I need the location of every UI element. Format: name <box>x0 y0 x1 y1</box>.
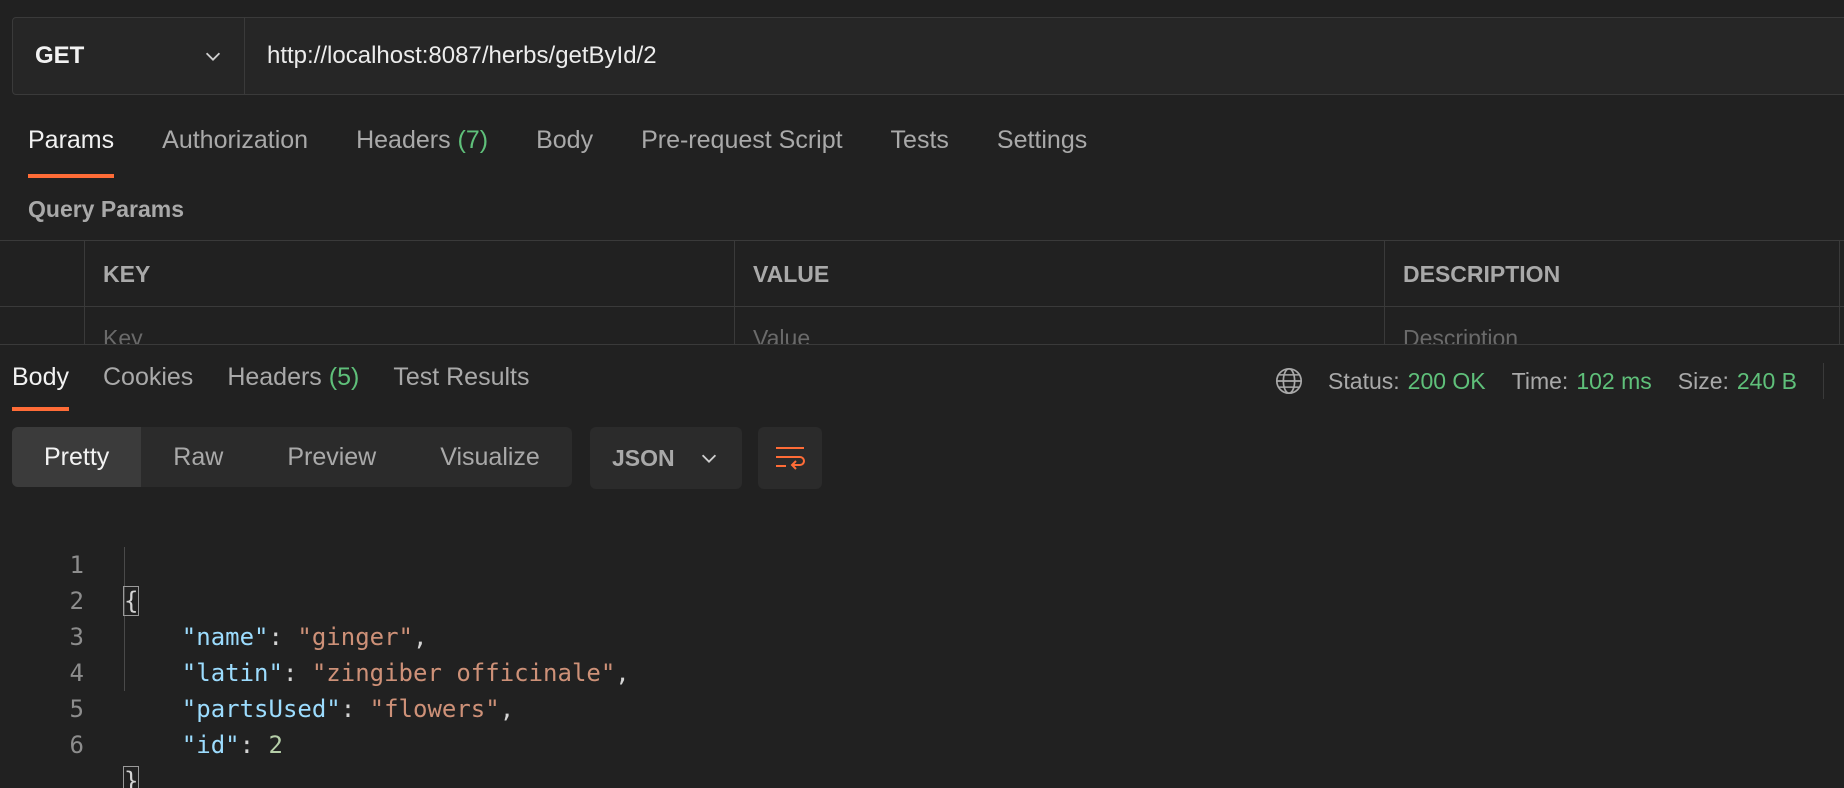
time-value[interactable]: 102 ms <box>1576 368 1651 395</box>
line-number: 6 <box>69 731 84 759</box>
json-key: "name" <box>181 623 269 651</box>
tab-settings[interactable]: Settings <box>997 126 1087 178</box>
headers-count: (7) <box>457 126 489 154</box>
tab-body[interactable]: Body <box>536 126 593 178</box>
code-line: 6 } <box>0 691 140 788</box>
tab-headers[interactable]: Headers (7) <box>356 126 488 178</box>
open-brace: { <box>122 586 140 616</box>
tab-label: Body <box>536 126 594 154</box>
response-headers-count: (5) <box>328 363 360 391</box>
request-tabs: Params Authorization Headers (7) Body Pr… <box>28 126 1135 178</box>
chevron-down-icon <box>701 454 717 463</box>
json-value: "zingiber officinale" <box>311 659 616 687</box>
tab-params[interactable]: Params <box>28 126 115 178</box>
json-value: 2 <box>268 731 283 759</box>
column-header-description: DESCRIPTION <box>1384 241 1840 307</box>
code-line: 1 { <box>0 511 140 616</box>
close-brace: } <box>122 766 140 788</box>
tab-label: Cookies <box>102 363 194 391</box>
method-select[interactable]: GET <box>13 18 245 94</box>
json-comma: , <box>615 659 630 687</box>
json-viewer[interactable]: 1 { 2 "name": "ginger", 3 "latin": "zing… <box>0 511 630 788</box>
view-preview-button[interactable]: Preview <box>255 427 408 487</box>
json-key: "latin" <box>181 659 283 687</box>
response-tab-cookies[interactable]: Cookies <box>103 363 193 411</box>
params-empty-row: Key Value Description <box>0 306 1844 346</box>
view-mode-group: Pretty Raw Preview Visualize <box>12 427 572 487</box>
response-meta: Status: 200 OK Time: 102 ms Size: 240 B <box>1274 363 1824 399</box>
tab-label: Params <box>28 126 115 154</box>
json-sep: : <box>268 623 298 651</box>
view-raw-button[interactable]: Raw <box>141 427 255 487</box>
json-key: "id" <box>181 731 240 759</box>
tab-label: Headers <box>227 363 322 391</box>
tab-label: Body <box>12 363 69 391</box>
json-comma: , <box>413 623 428 651</box>
code-line: 5 "id": 2 <box>0 655 283 759</box>
json-sep: : <box>340 695 370 723</box>
json-value: "flowers" <box>369 695 500 723</box>
tab-label: Authorization <box>162 126 309 154</box>
json-sep: : <box>282 659 312 687</box>
description-input[interactable]: Description <box>1384 307 1840 346</box>
json-comma: , <box>499 695 515 723</box>
tab-authorization[interactable]: Authorization <box>162 126 308 178</box>
request-bar: GET http://localhost:8087/herbs/getById/… <box>12 17 1844 95</box>
json-key: "partsUsed" <box>181 695 341 723</box>
tab-label: Headers <box>356 126 451 154</box>
tab-pre-request-script[interactable]: Pre-request Script <box>641 126 842 178</box>
row-checkbox-cell <box>0 307 84 346</box>
tab-label: Settings <box>996 126 1088 154</box>
response-tab-headers[interactable]: Headers (5) <box>227 363 359 411</box>
column-header-value: VALUE <box>734 241 1384 307</box>
status-label: Status: <box>1328 367 1400 394</box>
response-panel: Body Cookies Headers (5) Test Results St… <box>0 344 1844 788</box>
globe-icon[interactable] <box>1274 366 1304 396</box>
code-line: 2 "name": "ginger", <box>0 547 428 651</box>
chevron-down-icon <box>205 52 221 61</box>
params-table: KEY VALUE DESCRIPTION Key Value Descript… <box>0 240 1844 346</box>
params-header-row: KEY VALUE DESCRIPTION <box>0 240 1844 307</box>
wrap-lines-button[interactable] <box>758 427 822 489</box>
size-label: Size: <box>1677 367 1729 394</box>
value-input[interactable]: Value <box>734 307 1384 346</box>
format-label: JSON <box>612 444 675 471</box>
tab-label: Pre-request Script <box>641 126 843 154</box>
view-visualize-button[interactable]: Visualize <box>408 427 572 487</box>
response-tab-body[interactable]: Body <box>12 363 69 411</box>
column-header-key: KEY <box>84 241 734 307</box>
checkbox-column-header <box>0 241 84 307</box>
tab-label: Tests <box>890 126 949 154</box>
status-value[interactable]: 200 OK <box>1408 368 1486 395</box>
view-pretty-button[interactable]: Pretty <box>12 427 142 487</box>
json-value: "ginger" <box>297 623 413 651</box>
tab-label: Test Results <box>393 363 530 391</box>
query-params-title: Query Params <box>28 196 184 222</box>
response-tab-test-results[interactable]: Test Results <box>393 363 529 411</box>
divider <box>1823 363 1824 399</box>
tab-tests[interactable]: Tests <box>891 126 949 178</box>
json-sep: : <box>239 731 269 759</box>
size-value[interactable]: 240 B <box>1737 368 1797 395</box>
code-line: 3 "latin": "zingiber officinale", <box>0 583 630 687</box>
time-label: Time: <box>1511 367 1569 394</box>
code-line: 4 "partsUsed": "flowers", <box>0 619 515 723</box>
key-input[interactable]: Key <box>84 307 734 346</box>
method-label: GET <box>35 42 85 69</box>
response-tabs: Body Cookies Headers (5) Test Results <box>12 363 564 411</box>
url-input[interactable]: http://localhost:8087/herbs/getById/2 <box>245 18 1844 94</box>
wrap-lines-icon <box>776 447 805 470</box>
format-select[interactable]: JSON <box>590 427 742 489</box>
